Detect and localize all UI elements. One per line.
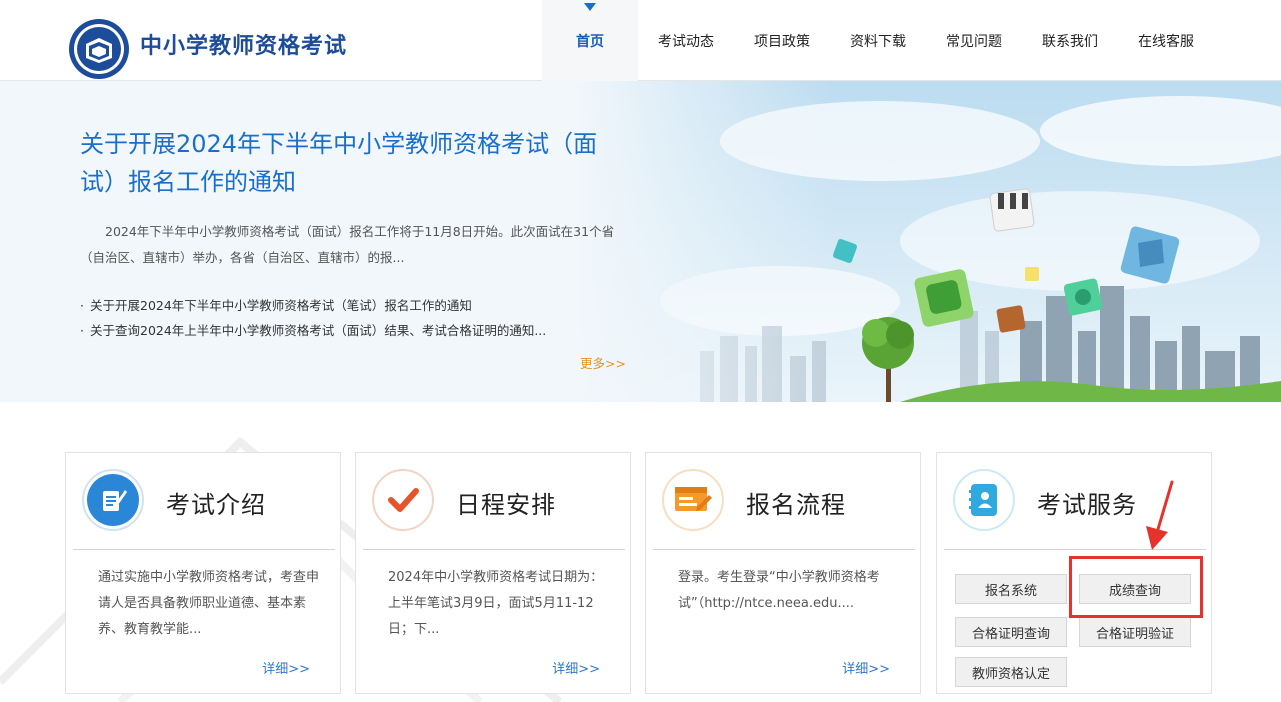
- logo-icon[interactable]: [68, 18, 130, 80]
- nav-label: 首页: [576, 33, 604, 50]
- nav-label: 常见问题: [946, 33, 1002, 50]
- highlight-box: [1069, 556, 1203, 618]
- card-body: 登录。考生登录“中小学教师资格考试”（http://ntce.neea.edu.…: [678, 570, 880, 611]
- certificate-verify-button[interactable]: 合格证明验证: [1079, 617, 1191, 647]
- details-link[interactable]: 详细>>: [262, 658, 310, 677]
- nav-home[interactable]: 首页: [542, 0, 638, 81]
- active-caret-icon: [584, 3, 596, 11]
- card-header: 考试介绍: [66, 453, 340, 549]
- hero-banner: 关于开展2024年下半年中小学教师资格考试（面试）报名工作的通知 2024年下半…: [0, 81, 1281, 402]
- card-title[interactable]: 日程安排: [456, 485, 556, 520]
- nav-online-service[interactable]: 在线客服: [1118, 0, 1214, 81]
- card-title[interactable]: 考试介绍: [166, 485, 266, 520]
- card-exam-intro: 考试介绍 通过实施中小学教师资格考试，考查申请人是否具备教师职业道德、基本素养、…: [65, 452, 341, 694]
- banner-headline[interactable]: 关于开展2024年下半年中小学教师资格考试（面试）报名工作的通知: [80, 125, 620, 201]
- card-body: 通过实施中小学教师资格考试，考查申请人是否具备教师职业道德、基本素养、教育教学能…: [98, 570, 320, 637]
- site-header: 中小学教师资格考试 首页 考试动态 项目政策 资料下载 常见问题 联系我们 在线…: [0, 0, 1281, 81]
- card-header: 日程安排: [356, 453, 630, 549]
- banner-news-list: · 关于开展2024年下半年中小学教师资格考试（笔试）报名工作的通知 · 关于查询2…: [80, 293, 625, 343]
- arrow-down-icon: [1146, 480, 1174, 550]
- nav-label: 资料下载: [850, 33, 906, 50]
- card-body: 2024年中小学教师资格考试日期为：上半年笔试3月9日，面试5月11-12日；下…: [388, 570, 604, 637]
- card-schedule: 日程安排 2024年中小学教师资格考试日期为：上半年笔试3月9日，面试5月11-…: [355, 452, 631, 694]
- nav-contact[interactable]: 联系我们: [1022, 0, 1118, 81]
- details-link[interactable]: 详细>>: [552, 658, 600, 677]
- registration-system-button[interactable]: 报名系统: [955, 574, 1067, 604]
- nav-label: 在线客服: [1138, 33, 1194, 50]
- certificate-query-button[interactable]: 合格证明查询: [955, 617, 1067, 647]
- card-title[interactable]: 报名流程: [746, 485, 846, 520]
- nav-faq[interactable]: 常见问题: [926, 0, 1022, 81]
- more-news-link[interactable]: 更多>>: [580, 353, 626, 372]
- news-link-text: 关于开展2024年下半年中小学教师资格考试（笔试）报名工作的通知: [90, 298, 472, 313]
- banner-summary: 2024年下半年中小学教师资格考试（面试）报名工作将于11月8日开始。此次面试在…: [80, 224, 615, 265]
- divider: [653, 549, 915, 550]
- address-book-icon: [953, 469, 1015, 531]
- nav-downloads[interactable]: 资料下载: [830, 0, 926, 81]
- nav-exam-news[interactable]: 考试动态: [638, 0, 734, 81]
- nav-label: 考试动态: [658, 33, 714, 50]
- checkmark-icon: [372, 469, 434, 531]
- news-link[interactable]: · 关于开展2024年下半年中小学教师资格考试（笔试）报名工作的通知: [80, 293, 625, 318]
- teacher-qualification-button[interactable]: 教师资格认定: [955, 657, 1067, 687]
- news-link-text: 关于查询2024年上半年中小学教师资格考试（面试）结果、考试合格证明的通知...: [90, 323, 547, 338]
- bullet-icon: ·: [80, 298, 84, 313]
- nav-project-policy[interactable]: 项目政策: [734, 0, 830, 81]
- card-title[interactable]: 考试服务: [1037, 485, 1137, 520]
- pencil-note-icon: [82, 469, 144, 531]
- nav-label: 项目政策: [754, 33, 810, 50]
- main-nav: 首页 考试动态 项目政策 资料下载 常见问题 联系我们 在线客服: [542, 0, 1214, 81]
- nav-label: 联系我们: [1042, 33, 1098, 50]
- card-header: 报名流程: [646, 453, 920, 549]
- card-registration-process: 报名流程 登录。考生登录“中小学教师资格考试”（http://ntce.neea…: [645, 452, 921, 694]
- bullet-icon: ·: [80, 323, 84, 338]
- news-link[interactable]: · 关于查询2024年上半年中小学教师资格考试（面试）结果、考试合格证明的通知..…: [80, 318, 625, 343]
- details-link[interactable]: 详细>>: [842, 658, 890, 677]
- divider: [363, 549, 625, 550]
- registration-form-icon: [662, 469, 724, 531]
- site-title[interactable]: 中小学教师资格考试: [140, 28, 347, 60]
- divider: [73, 549, 335, 550]
